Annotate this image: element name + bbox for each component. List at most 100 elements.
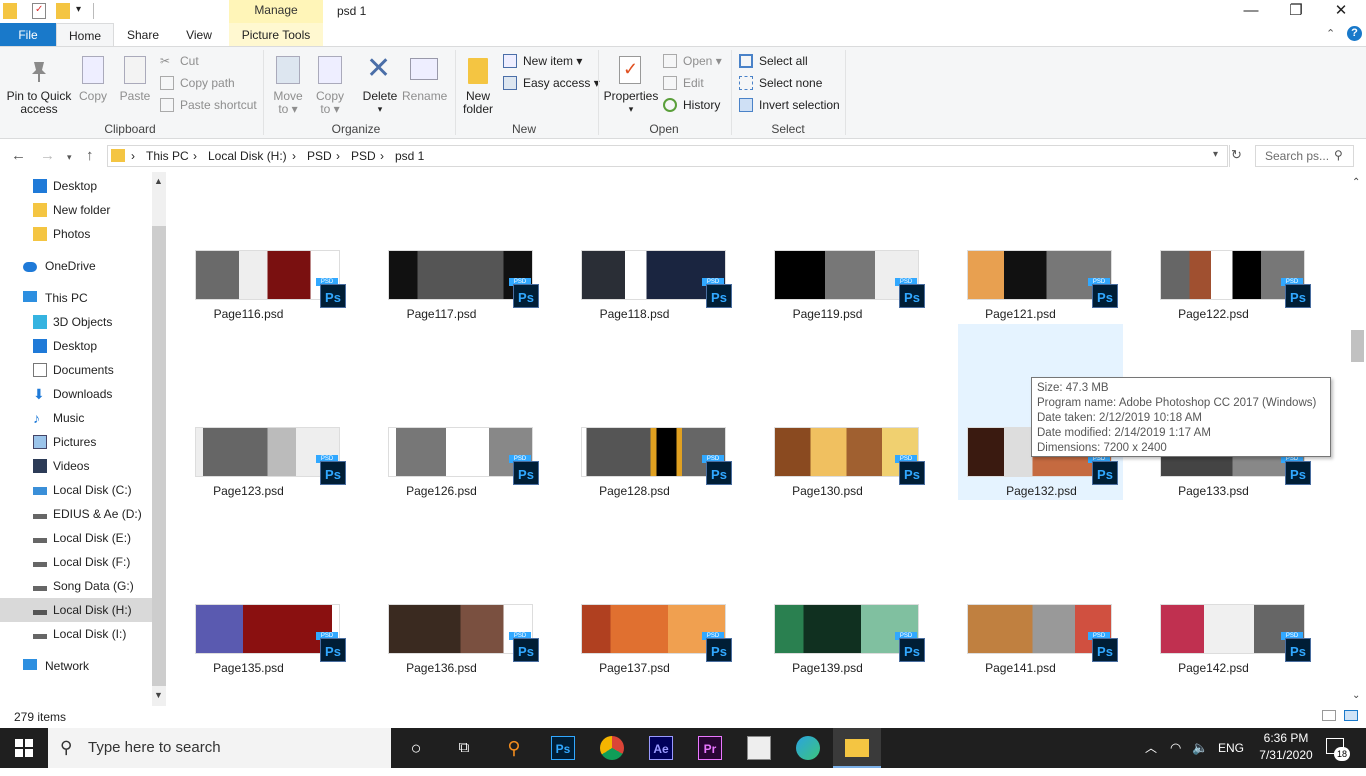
copy-button[interactable]: Copy xyxy=(76,90,110,103)
details-view-icon[interactable] xyxy=(1322,710,1336,721)
content-scrollbar[interactable] xyxy=(1349,172,1366,706)
file-tile[interactable]: PSD Ps Page126.psd xyxy=(359,413,539,589)
file-tile[interactable]: PSD Ps Page118.psd xyxy=(552,236,732,412)
address-dropdown-icon[interactable]: ▾ xyxy=(1213,149,1218,160)
nav-item-downloads[interactable]: ⬇ Downloads xyxy=(0,382,152,406)
file-tile[interactable]: PSD Ps Page116.psd xyxy=(166,236,346,412)
new-folder-button[interactable]: New folder xyxy=(458,90,498,116)
breadcrumb-local-disk-h[interactable]: Local Disk (H:) xyxy=(208,149,287,163)
breadcrumb-this-pc[interactable]: This PC xyxy=(146,149,189,163)
properties-quick-icon[interactable]: ✓ xyxy=(32,3,46,19)
help-icon[interactable]: ? xyxy=(1347,26,1362,41)
nav-item-desktop[interactable]: Desktop xyxy=(0,334,152,358)
tab-view[interactable]: View xyxy=(176,23,222,47)
edit-button[interactable]: Edit xyxy=(663,74,704,92)
search-app-icon[interactable]: ⚲ xyxy=(490,728,538,768)
paste-button[interactable]: Paste xyxy=(118,90,152,103)
cortana-icon[interactable]: ○ xyxy=(392,728,440,768)
forward-arrow-icon[interactable]: → xyxy=(40,147,55,164)
pin-to-quick-access-button[interactable]: Pin to Quick access xyxy=(4,90,74,116)
file-tile[interactable]: PSD Ps Page123.psd xyxy=(166,413,346,589)
clock[interactable]: 6:36 PM 7/31/2020 xyxy=(1255,731,1317,762)
tab-picture-tools[interactable]: Picture Tools xyxy=(229,23,323,47)
open-button[interactable]: Open ▾ xyxy=(663,52,722,70)
taskbar-edge[interactable] xyxy=(784,728,832,768)
new-item-button[interactable]: New item ▾ xyxy=(503,52,582,70)
customize-quick-access-icon[interactable]: ▾ xyxy=(76,4,81,15)
refresh-icon[interactable]: ↻ xyxy=(1231,147,1242,163)
nav-item-onedrive[interactable]: OneDrive xyxy=(0,254,152,278)
nav-item-local-disk-e[interactable]: Local Disk (E:) xyxy=(0,526,152,550)
select-all-button[interactable]: Select all xyxy=(739,52,808,70)
tab-file[interactable]: File xyxy=(0,23,56,47)
nav-item-edius-d[interactable]: EDIUS & Ae (D:) xyxy=(0,502,152,526)
volume-icon[interactable]: 🔈 xyxy=(1192,728,1208,768)
show-hidden-icons-icon[interactable]: ︿ xyxy=(1145,728,1157,768)
file-tile[interactable]: PSD Ps Page130.psd xyxy=(745,413,925,589)
minimize-button[interactable]: — xyxy=(1241,2,1261,20)
nav-item-music[interactable]: ♪ Music xyxy=(0,406,152,430)
taskbar-search-input[interactable]: Type here to search xyxy=(48,728,391,768)
breadcrumb-psd-2[interactable]: PSD xyxy=(351,149,376,163)
taskbar-photoshop[interactable]: Ps xyxy=(539,728,587,768)
select-none-button[interactable]: Select none xyxy=(739,74,822,92)
paste-shortcut-button[interactable]: Paste shortcut xyxy=(160,96,257,114)
taskbar-media-app[interactable] xyxy=(735,728,783,768)
tab-share[interactable]: Share xyxy=(120,23,166,47)
manage-tab[interactable]: Manage xyxy=(229,0,323,23)
nav-item-song-data-g[interactable]: Song Data (G:) xyxy=(0,574,152,598)
scroll-down-icon[interactable]: ⌄ xyxy=(1352,690,1360,701)
taskbar-chrome[interactable] xyxy=(588,728,636,768)
nav-item-documents[interactable]: Documents xyxy=(0,358,152,382)
nav-item-this-pc[interactable]: This PC xyxy=(0,286,152,310)
content-scrollbar-thumb[interactable] xyxy=(1351,330,1364,362)
maximize-button[interactable]: ❐ xyxy=(1286,2,1306,20)
drive-icon xyxy=(33,586,47,591)
copy-to-button[interactable]: Copy to ▾ xyxy=(310,90,350,116)
nav-item-network[interactable]: Network xyxy=(0,654,152,678)
nav-item-local-disk-c[interactable]: Local Disk (C:) xyxy=(0,478,152,502)
start-button[interactable] xyxy=(0,728,48,768)
cut-button[interactable]: ✂ Cut xyxy=(160,52,199,70)
nav-item-local-disk-f[interactable]: Local Disk (F:) xyxy=(0,550,152,574)
history-button[interactable]: History xyxy=(663,96,720,114)
close-button[interactable]: ✕ xyxy=(1331,2,1351,20)
invert-selection-button[interactable]: Invert selection xyxy=(739,96,840,114)
move-to-button[interactable]: Move to ▾ xyxy=(268,90,308,116)
tab-home[interactable]: Home xyxy=(56,23,114,47)
large-icons-view-icon[interactable] xyxy=(1344,710,1358,721)
taskbar-file-explorer[interactable] xyxy=(833,728,881,768)
wifi-icon[interactable]: ◠ xyxy=(1170,728,1181,768)
task-view-icon[interactable]: ⧉ xyxy=(440,728,488,768)
scroll-down-icon[interactable]: ▼ xyxy=(154,690,163,700)
nav-item-local-disk-h[interactable]: Local Disk (H:) xyxy=(0,598,152,622)
nav-item-pictures[interactable]: Pictures xyxy=(0,430,152,454)
properties-button[interactable]: Properties ▾ xyxy=(603,90,659,116)
scroll-up-icon[interactable]: ▲ xyxy=(154,176,163,186)
rename-button[interactable]: Rename xyxy=(402,90,447,103)
taskbar-premiere[interactable]: Pr xyxy=(686,728,734,768)
nav-item-videos[interactable]: Videos xyxy=(0,454,152,478)
file-tile[interactable]: PSD Ps Page117.psd xyxy=(359,236,539,412)
breadcrumb-psd[interactable]: PSD xyxy=(307,149,332,163)
scroll-up-icon[interactable]: ⌃ xyxy=(1352,177,1360,188)
nav-item-desktop-quick[interactable]: Desktop xyxy=(0,174,152,198)
nav-item-new-folder[interactable]: New folder xyxy=(0,198,152,222)
taskbar-after-effects[interactable]: Ae xyxy=(637,728,685,768)
file-tile[interactable]: PSD Ps Page128.psd xyxy=(552,413,732,589)
easy-access-button[interactable]: Easy access ▾ xyxy=(503,74,600,92)
nav-item-photos[interactable]: Photos xyxy=(0,222,152,246)
collapse-ribbon-icon[interactable]: ⌃ xyxy=(1326,27,1335,40)
copy-path-button[interactable]: Copy path xyxy=(160,74,235,92)
file-tile[interactable]: PSD Ps Page119.psd xyxy=(745,236,925,412)
new-folder-quick-icon[interactable] xyxy=(56,3,70,19)
language-indicator[interactable]: ENG xyxy=(1218,728,1244,768)
up-arrow-icon[interactable]: ↑ xyxy=(86,147,94,164)
delete-button[interactable]: Delete ▾ xyxy=(358,90,402,116)
nav-item-3d-objects[interactable]: 3D Objects xyxy=(0,310,152,334)
recent-locations-icon[interactable]: ▾ xyxy=(67,152,72,163)
back-arrow-icon[interactable]: ← xyxy=(11,147,26,164)
breadcrumb-psd-1[interactable]: psd 1 xyxy=(395,149,424,163)
nav-item-local-disk-i[interactable]: Local Disk (I:) xyxy=(0,622,152,646)
nav-scrollbar-thumb[interactable] xyxy=(152,226,166,686)
